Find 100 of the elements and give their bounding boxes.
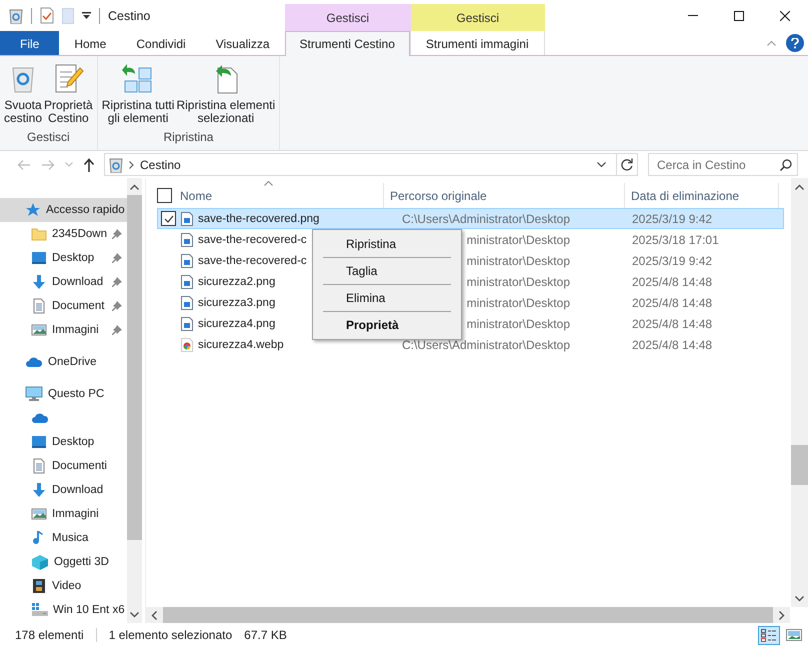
original-path: ministrator\Desktop: [466, 316, 570, 330]
original-path: ministrator\Desktop: [466, 254, 570, 268]
selected-file-row[interactable]: save-the-recovered.png C:\Users\Administrator\Desktop 2025/3/19 9:42: [157, 208, 784, 229]
deletion-date: 2025/4/8 14:48: [632, 338, 712, 352]
up-arrow-icon: [83, 158, 95, 172]
ribbon-tab[interactable]: File: [0, 31, 60, 55]
image-file-icon: [181, 296, 193, 310]
details-view-icon: [761, 628, 777, 642]
menu-item[interactable]: Proprietà: [313, 313, 461, 337]
context-tab-header: Gestisci: [284, 4, 411, 31]
sidebar-item[interactable]: 2345Down: [0, 222, 127, 246]
row-checkbox[interactable]: [161, 211, 176, 226]
sidebar-item[interactable]: Download: [0, 270, 127, 294]
sidebar-item[interactable]: Accesso rapido: [0, 198, 127, 222]
scroll-down-icon[interactable]: [130, 612, 139, 618]
column-header[interactable]: Percorso originale: [390, 188, 487, 202]
menu-item[interactable]: Ripristina: [313, 232, 461, 256]
ribbon-tab[interactable]: Strumenti Cestino: [284, 31, 410, 56]
question-mark-icon: [791, 38, 799, 48]
download-icon: [31, 482, 47, 498]
item-count: 178 elementi: [15, 628, 84, 642]
selection-size: 67.7 KB: [244, 628, 287, 642]
image-file-icon: [181, 274, 193, 288]
original-path: C:\Users\Administrator\Desktop: [402, 212, 570, 226]
ribbon-tab[interactable]: Strumenti immagini: [410, 31, 544, 55]
group-label: Ripristina: [162, 130, 214, 146]
ribbon-tab[interactable]: Home: [59, 31, 122, 55]
web-file-icon: [181, 338, 193, 352]
sidebar-item[interactable]: Questo PC: [0, 382, 127, 406]
collapse-ribbon-icon[interactable]: [767, 40, 776, 46]
deletion-date: 2025/3/19 9:42: [632, 254, 712, 268]
scrollbar-thumb[interactable]: [127, 195, 142, 540]
sidebar-item[interactable]: Desktop: [0, 430, 127, 454]
search-field[interactable]: Cerca in Cestino: [648, 153, 798, 176]
cube-icon: [31, 554, 49, 570]
sort-ascending-icon: [264, 181, 273, 186]
search-icon: [780, 159, 792, 171]
sidebar-item[interactable]: Documenti: [0, 454, 127, 478]
scroll-up-icon[interactable]: [795, 184, 804, 190]
file-name: sicurezza3.png: [198, 296, 276, 308]
checkmark-icon: [164, 214, 174, 222]
cloud-icon: [25, 355, 43, 369]
address-bar[interactable]: Cestino: [104, 153, 638, 176]
scrollbar-thumb[interactable]: [791, 445, 808, 485]
sidebar-item[interactable]: Desktop: [0, 246, 127, 270]
sidebar-item[interactable]: Video: [0, 574, 127, 598]
recycle-bin-icon: [9, 8, 23, 24]
deletion-date: 2025/4/8 14:48: [632, 296, 712, 310]
column-header[interactable]: Nome: [180, 188, 212, 202]
original-path: ministrator\Desktop: [466, 232, 570, 246]
document-icon: [31, 458, 47, 474]
refresh-icon: [621, 158, 633, 171]
file-name: save-the-recovered-c: [198, 254, 307, 266]
folder-icon: [31, 226, 47, 242]
view-button[interactable]: [758, 626, 780, 644]
help-button[interactable]: [786, 34, 804, 52]
chevron-right-icon: [129, 160, 134, 168]
ribbon-button[interactable]: Ripristina tutti gli elementi: [100, 60, 176, 130]
picture-icon: [31, 506, 47, 522]
image-file-icon: [181, 212, 193, 226]
deletion-date: 2025/4/8 14:48: [632, 316, 712, 330]
sidebar-item[interactable]: Download: [0, 478, 127, 502]
image-file-icon: [181, 232, 193, 246]
sidebar-item[interactable]: Musica: [0, 526, 127, 550]
ribbon-button[interactable]: Svuota cestino: [3, 60, 44, 130]
forward-arrow-icon: [41, 158, 55, 170]
blank-document-icon: [62, 8, 74, 24]
download-icon: [31, 274, 47, 290]
sidebar-item[interactable]: Oggetti 3D: [0, 550, 127, 574]
original-path: ministrator\Desktop: [466, 296, 570, 310]
ribbon-tab[interactable]: Condividi: [121, 31, 201, 55]
original-path: ministrator\Desktop: [466, 274, 570, 288]
sidebar-item[interactable]: Immagini: [0, 502, 127, 526]
sidebar-item[interactable]: OneDrive: [0, 350, 127, 374]
monitor-icon: [31, 250, 47, 266]
scroll-up-icon[interactable]: [130, 184, 139, 190]
sidebar-item[interactable]: Immagini: [0, 318, 127, 342]
checked-document-icon: [40, 7, 54, 24]
drive-icon: [31, 602, 48, 618]
file-name: sicurezza2.png: [198, 276, 276, 288]
document-icon: [31, 298, 47, 314]
path-segment[interactable]: Cestino: [140, 158, 587, 172]
ribbon-tab[interactable]: Visualizza: [200, 31, 285, 55]
scroll-down-icon[interactable]: [795, 596, 804, 602]
scrollbar-thumb[interactable]: [163, 607, 773, 623]
image-file-icon: [181, 254, 193, 268]
menu-item[interactable]: Elimina: [313, 286, 461, 310]
sidebar-item[interactable]: Document: [0, 294, 127, 318]
ribbon-button[interactable]: Ripristina elementi selezionati: [175, 60, 276, 130]
file-name: save-the-recovered.png: [198, 212, 320, 224]
column-header[interactable]: Data di eliminazione: [631, 188, 740, 202]
back-arrow-icon: [17, 158, 31, 170]
group-label: Gestisci: [26, 130, 71, 146]
window-title: Cestino: [108, 8, 150, 22]
menu-item[interactable]: Taglia: [313, 259, 461, 283]
ribbon-button[interactable]: Proprietà Cestino: [43, 60, 94, 130]
select-all-checkbox[interactable]: [157, 188, 172, 203]
thumbnail-view-icon: [786, 629, 802, 641]
sidebar-item[interactable]: Win 10 Ent x6: [0, 598, 127, 622]
file-name: save-the-recovered-c: [198, 234, 307, 246]
